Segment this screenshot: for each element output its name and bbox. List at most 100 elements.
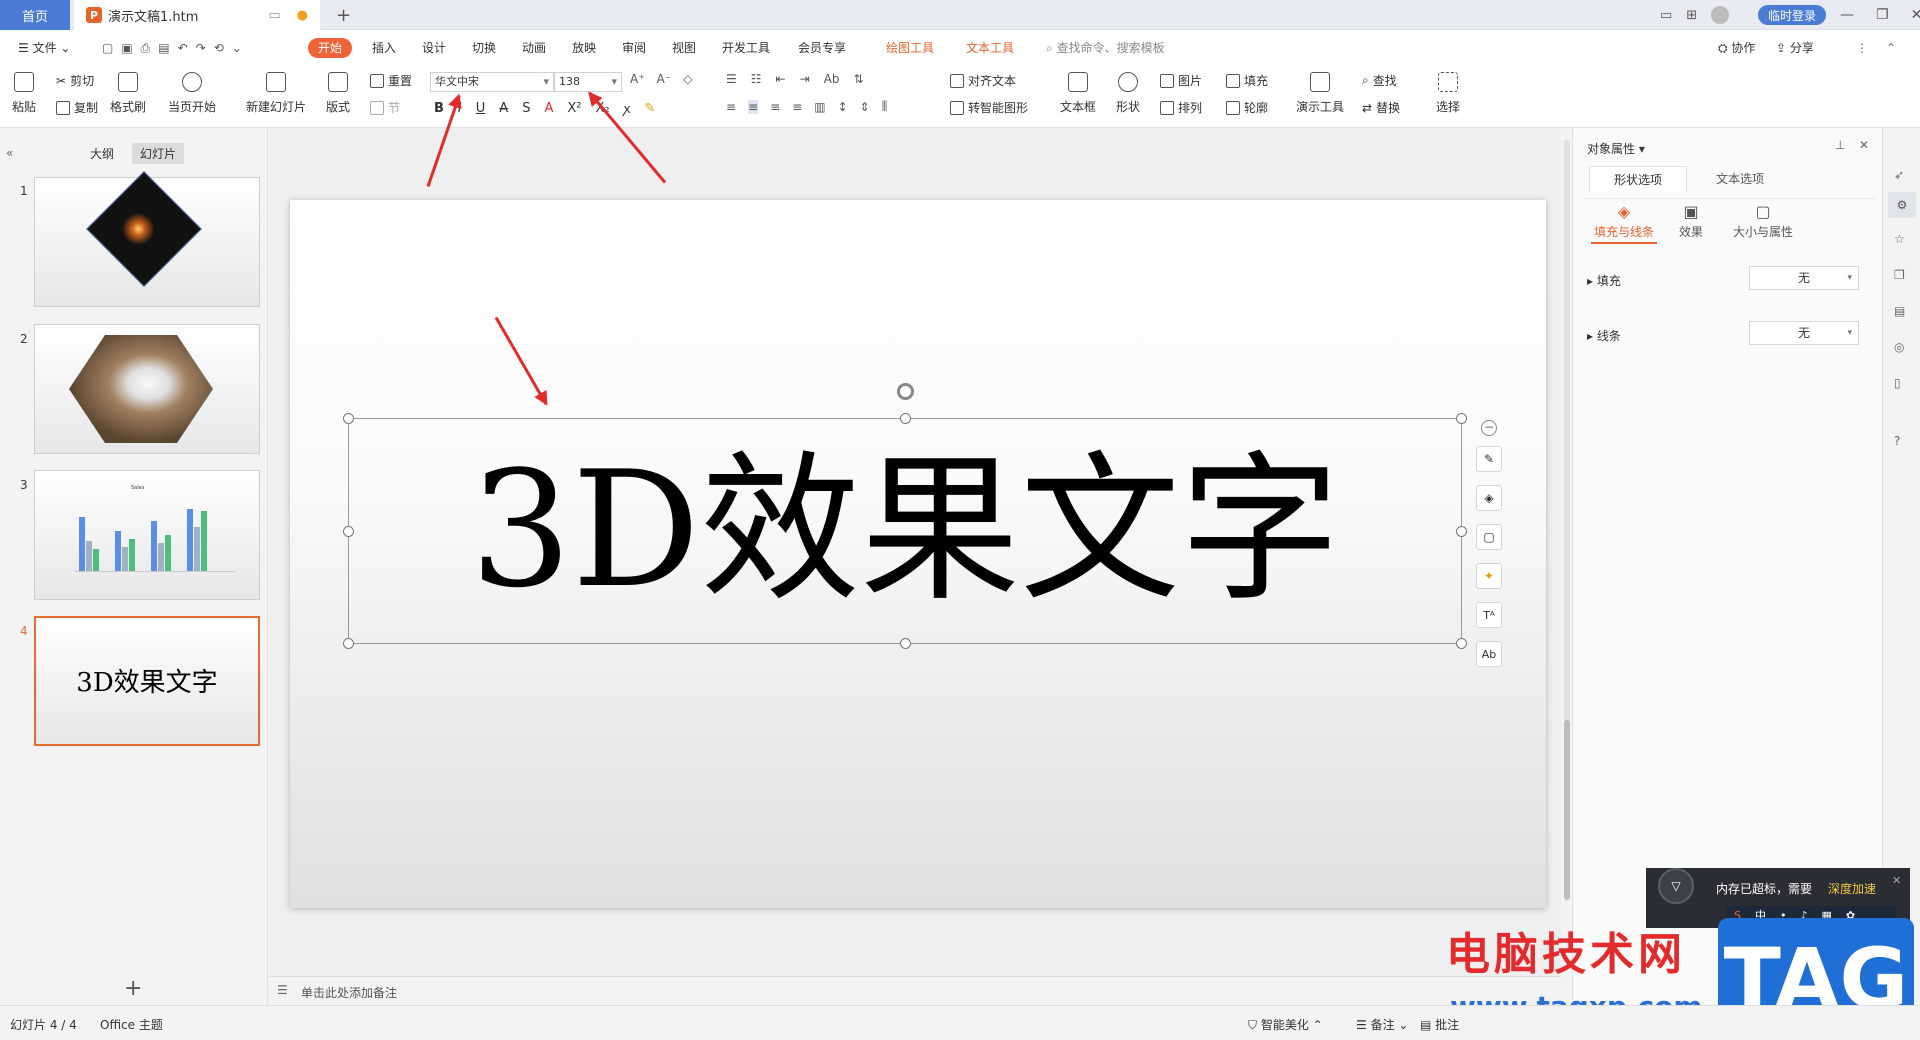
superscript-icon[interactable]: X² xyxy=(567,101,581,116)
copy-window-icon[interactable]: ❐ xyxy=(1894,268,1905,282)
section-button[interactable]: 节 xyxy=(370,99,400,116)
tab-design[interactable]: 设计 xyxy=(416,38,452,58)
tab-slideshow[interactable]: 放映 xyxy=(566,38,602,58)
theme-name[interactable]: Office 主题 xyxy=(100,1016,163,1033)
shape-button[interactable]: 形状 xyxy=(1116,72,1140,115)
properties-icon[interactable]: ⚙ xyxy=(1888,192,1916,218)
resize-handle[interactable] xyxy=(1456,638,1467,649)
pen-icon[interactable]: ✎ xyxy=(1476,446,1502,472)
grow-font-icon[interactable]: A⁺ xyxy=(630,72,645,86)
picture-button[interactable]: 图片 xyxy=(1160,72,1202,89)
beautify-button[interactable]: ⛉ 智能美化 ⌃ xyxy=(1248,1016,1323,1033)
tab-effects[interactable]: ▣ 效果 xyxy=(1679,202,1703,240)
rotate-handle-icon[interactable] xyxy=(897,383,914,400)
notes-bar[interactable]: ☰ 单击此处添加备注 xyxy=(269,976,1561,1005)
distribute-icon[interactable]: ▥ xyxy=(814,100,825,114)
notes-placeholder[interactable]: 单击此处添加备注 xyxy=(301,984,397,1001)
smart-shape-button[interactable]: 转智能图形 xyxy=(950,99,1028,116)
close-icon[interactable]: ✕ xyxy=(1911,7,1920,23)
align-right-icon[interactable]: ≡ xyxy=(770,100,780,114)
restore-icon[interactable]: ❐ xyxy=(1876,7,1889,23)
fill-button[interactable]: 填充 xyxy=(1226,72,1268,89)
fill-section-header[interactable]: ▸ 填充 xyxy=(1587,272,1621,289)
tab-drawing-tools[interactable]: 绘图工具 xyxy=(880,38,940,58)
tab-slides[interactable]: 幻灯片 xyxy=(132,143,185,164)
format-painter-button[interactable]: 格式刷 xyxy=(110,72,146,115)
star-icon[interactable]: ☆ xyxy=(1894,232,1905,246)
tab-screen-icon[interactable]: ▭ xyxy=(268,8,280,23)
tab-fill-line[interactable]: ◈ 填充与线条 xyxy=(1591,202,1657,244)
number-list-icon[interactable]: ☷ xyxy=(751,72,762,86)
decrease-indent-icon[interactable]: ⇤ xyxy=(776,72,786,86)
find-button[interactable]: ⌕ 查找 xyxy=(1362,72,1397,89)
shadow-icon[interactable]: S xyxy=(522,101,530,116)
arrange-button[interactable]: 排列 xyxy=(1160,99,1202,116)
line-sort-icon[interactable]: ⇅ xyxy=(853,72,863,86)
bold-icon[interactable]: B xyxy=(434,101,444,116)
new-slide-button[interactable]: 新建幻灯片 xyxy=(246,72,306,115)
pin-icon[interactable]: ⊥ xyxy=(1835,138,1845,152)
fill-bucket-icon[interactable]: ◈ xyxy=(1476,485,1502,511)
tab-transition[interactable]: 切换 xyxy=(466,38,502,58)
presenter-tools-button[interactable]: 演示工具 xyxy=(1296,72,1344,115)
text-style-icon[interactable]: Ab xyxy=(1476,641,1502,667)
resize-handle[interactable] xyxy=(900,638,911,649)
textbox-button[interactable]: 文本框 xyxy=(1060,72,1096,115)
home-tab[interactable]: 首页 xyxy=(0,0,70,30)
line-select[interactable]: 无 ▾ xyxy=(1749,321,1859,345)
shrink-font-icon[interactable]: A⁻ xyxy=(657,72,672,86)
quick-access-toolbar[interactable]: ▢▣⎙▤↶↷⟲⌄ xyxy=(96,38,256,58)
avatar[interactable] xyxy=(1711,6,1730,24)
slide-thumbnail-4[interactable]: 3D效果文字 xyxy=(34,616,260,746)
rocket-icon[interactable]: ➶ xyxy=(1894,168,1904,182)
help-icon[interactable]: ? xyxy=(1894,434,1900,448)
file-menu[interactable]: ☰ 文件 ⌄ xyxy=(12,38,76,58)
tab-insert[interactable]: 插入 xyxy=(366,38,402,58)
grid-icon[interactable]: ⊞ xyxy=(1686,8,1697,23)
resize-handle[interactable] xyxy=(343,413,354,424)
columns-icon[interactable]: ⫼ xyxy=(882,99,888,114)
line-section-header[interactable]: ▸ 线条 xyxy=(1587,327,1621,344)
cut-button[interactable]: ✂ 剪切 xyxy=(56,72,94,89)
phonetic-icon[interactable]: ꭗ xyxy=(624,99,631,117)
underline-icon[interactable]: U xyxy=(476,101,486,116)
resize-handle[interactable] xyxy=(1456,526,1467,537)
deep-accelerate-link[interactable]: 深度加速 xyxy=(1828,880,1876,897)
tab-review[interactable]: 审阅 xyxy=(616,38,652,58)
slide-thumbnail-3[interactable]: Sales xyxy=(34,470,260,600)
new-tab-plus-icon[interactable]: + xyxy=(336,0,351,30)
start-from-current-button[interactable]: 当页开始 xyxy=(168,72,216,115)
font-name-select[interactable]: 华文中宋 ▾ xyxy=(430,72,554,92)
align-left-icon[interactable]: ≡ xyxy=(726,100,736,114)
collapse-panel-icon[interactable]: « xyxy=(6,146,13,160)
layout-icon[interactable]: ▭ xyxy=(1660,8,1672,23)
command-search[interactable]: ⌕ 查找命令、搜索模板 xyxy=(1040,38,1171,58)
tab-start[interactable]: 开始 xyxy=(308,38,353,58)
login-button[interactable]: 临时登录 xyxy=(1758,5,1827,25)
resize-handle[interactable] xyxy=(1456,413,1467,424)
fill-select[interactable]: 无 ▾ xyxy=(1749,266,1859,290)
font-color-icon[interactable]: A xyxy=(544,101,553,116)
text-direction-icon[interactable]: Ab xyxy=(824,72,840,86)
slide-main-text[interactable]: 3D效果文字 xyxy=(349,435,1461,625)
bullet-list-icon[interactable]: ☰ xyxy=(726,72,737,86)
comment-toggle[interactable]: ▤ 批注 xyxy=(1420,1016,1459,1033)
document-tab[interactable]: P 演示文稿1.htm ▭ ● xyxy=(74,0,320,30)
slide-thumbnail-1[interactable] xyxy=(34,171,260,307)
highlight-icon[interactable]: ✎ xyxy=(645,101,656,116)
book-icon[interactable]: ▯ xyxy=(1894,376,1901,390)
strikethrough-icon[interactable]: A xyxy=(499,101,508,116)
notes-toggle[interactable]: ☰ 备注 ⌄ xyxy=(1356,1016,1408,1033)
text-fit-icon[interactable]: Tᴬ xyxy=(1476,602,1502,628)
font-size-adjust[interactable]: A⁺ A⁻ ◇ xyxy=(630,72,692,86)
resize-handle[interactable] xyxy=(343,638,354,649)
copy-button[interactable]: 复制 xyxy=(56,99,98,116)
select-button[interactable]: 选择 xyxy=(1436,72,1460,115)
text-box[interactable]: 3D效果文字 xyxy=(343,383,1467,649)
slide-thumbnail-2[interactable] xyxy=(34,324,260,454)
close-panel-icon[interactable]: ✕ xyxy=(1859,138,1869,152)
compass-icon[interactable]: ◎ xyxy=(1894,340,1904,354)
layout-button[interactable]: 版式 xyxy=(326,72,350,115)
collab-button[interactable]: ⛭ 协作 xyxy=(1712,38,1761,58)
tab-text-tools[interactable]: 文本工具 xyxy=(960,38,1020,58)
